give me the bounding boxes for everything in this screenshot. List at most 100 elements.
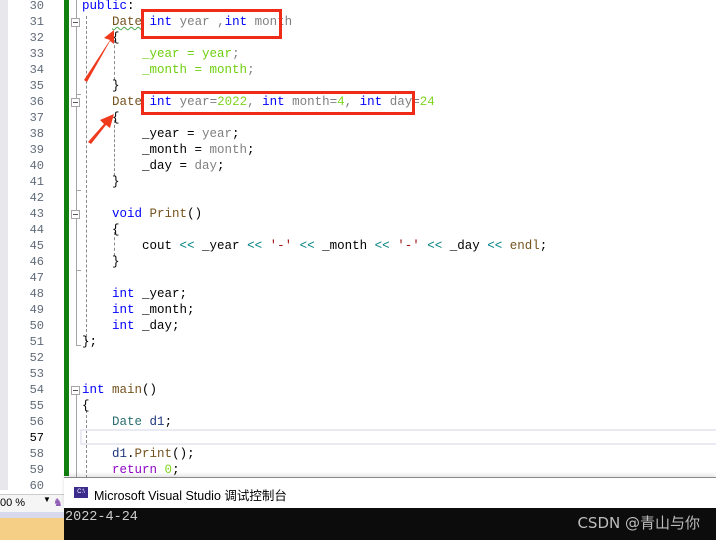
- highlight-box-ctor1-params: [141, 9, 282, 39]
- code-token: int: [82, 383, 105, 397]
- annotation-arrow-1: [80, 28, 130, 84]
- collapse-toggle-main[interactable]: [71, 386, 80, 395]
- line-number: 52: [8, 350, 44, 366]
- code-line[interactable]: d1.Print();: [82, 446, 195, 462]
- collapse-toggle-print[interactable]: [71, 210, 80, 219]
- line-number: 53: [8, 366, 44, 382]
- code-token: endl: [510, 239, 540, 253]
- code-line[interactable]: int main(): [82, 382, 157, 398]
- collapse-toggle-ctor1[interactable]: [71, 18, 80, 27]
- code-token: Date: [112, 415, 142, 429]
- code-token: <<: [300, 239, 315, 253]
- code-token: :: [127, 0, 135, 13]
- code-token: [142, 415, 150, 429]
- code-token: [105, 383, 113, 397]
- collapse-toggle-ctor2[interactable]: [71, 98, 80, 107]
- code-token: [82, 463, 112, 477]
- code-line[interactable]: int _month;: [82, 302, 195, 318]
- code-line[interactable]: int _year;: [82, 286, 187, 302]
- zoom-level-value[interactable]: 00 %: [0, 497, 25, 509]
- highlight-box-ctor2-params: [141, 91, 415, 115]
- code-line[interactable]: };: [82, 334, 97, 350]
- code-token: [82, 415, 112, 429]
- code-token: year: [202, 47, 232, 61]
- code-token: _month: [315, 239, 375, 253]
- code-token: =: [180, 47, 203, 61]
- code-token: <<: [375, 239, 390, 253]
- code-token: _day: [442, 239, 487, 253]
- code-token: _month: [142, 63, 187, 77]
- outline-line-main: [76, 394, 77, 478]
- code-line[interactable]: {: [82, 398, 90, 414]
- code-token: <<: [487, 239, 502, 253]
- code-token: int: [112, 319, 135, 333]
- code-line[interactable]: return 0;: [82, 462, 180, 478]
- code-token: [292, 239, 300, 253]
- code-token: <<: [427, 239, 442, 253]
- code-token: d1: [150, 415, 165, 429]
- arrow-1-shape: [84, 30, 114, 82]
- code-token: ;: [165, 415, 173, 429]
- code-line[interactable]: {: [82, 222, 120, 238]
- code-token: }: [82, 255, 120, 269]
- code-token: return: [112, 463, 157, 477]
- line-number: 60: [8, 478, 44, 494]
- code-token: _month;: [135, 303, 195, 317]
- code-token: cout: [82, 239, 180, 253]
- code-token: Print: [150, 207, 188, 221]
- code-token: {: [82, 399, 90, 413]
- outline-tick: [76, 190, 81, 191]
- code-token: int: [112, 287, 135, 301]
- line-number: 38: [8, 126, 44, 142]
- line-number: 55: [8, 398, 44, 414]
- code-token: public: [82, 0, 127, 13]
- code-token: ;: [232, 127, 240, 141]
- line-number: 41: [8, 174, 44, 190]
- code-line[interactable]: }: [82, 254, 120, 270]
- line-number: 56: [8, 414, 44, 430]
- line-number: 34: [8, 62, 44, 78]
- zoom-control[interactable]: 00 % ▼ ♞: [0, 494, 64, 513]
- console-output-area[interactable]: 2022-4-24 CSDN @青山与你: [64, 508, 716, 540]
- code-line[interactable]: cout << _year << '-' << _month << '-' <<…: [82, 238, 547, 254]
- code-token: _year;: [135, 287, 188, 301]
- line-number: 46: [8, 254, 44, 270]
- code-token: d1: [112, 447, 127, 461]
- zoom-dropdown-caret-icon[interactable]: ▼: [43, 495, 51, 504]
- arrow-2-shape: [88, 114, 114, 144]
- outline-tick: [76, 270, 81, 271]
- code-token: day: [195, 159, 218, 173]
- line-number: 35: [8, 78, 44, 94]
- line-number: 44: [8, 222, 44, 238]
- editor-blank-area: [580, 0, 716, 476]
- code-line[interactable]: int _day;: [82, 318, 180, 334]
- code-token: [142, 207, 150, 221]
- code-token: 24: [420, 95, 435, 109]
- code-line[interactable]: }: [82, 174, 120, 190]
- line-number: 54: [8, 382, 44, 398]
- code-token: '-': [270, 239, 293, 253]
- code-token: ;: [232, 47, 240, 61]
- line-number: 49: [8, 302, 44, 318]
- line-number: 33: [8, 46, 44, 62]
- debug-console-window[interactable]: C:\ Microsoft Visual Studio 调试控制台 2022-4…: [64, 477, 716, 540]
- outline-end-tick: [76, 345, 81, 346]
- code-line[interactable]: Date d1;: [82, 414, 172, 430]
- line-number: 37: [8, 110, 44, 126]
- line-number: 50: [8, 318, 44, 334]
- line-number: 36: [8, 94, 44, 110]
- code-token: [82, 95, 112, 109]
- code-token: ;: [217, 159, 225, 173]
- code-token: Date: [112, 95, 142, 109]
- code-line[interactable]: public:: [82, 0, 135, 14]
- code-line[interactable]: void Print(): [82, 206, 202, 222]
- code-token: ;: [247, 143, 255, 157]
- console-titlebar[interactable]: C:\ Microsoft Visual Studio 调试控制台: [64, 477, 716, 508]
- copilot-icon[interactable]: ♞: [53, 496, 64, 510]
- code-token: month: [210, 143, 248, 157]
- code-token: =: [187, 63, 210, 77]
- line-number: 32: [8, 30, 44, 46]
- code-line[interactable]: _day = day;: [82, 158, 225, 174]
- code-token: ;: [540, 239, 548, 253]
- code-token: (): [187, 207, 202, 221]
